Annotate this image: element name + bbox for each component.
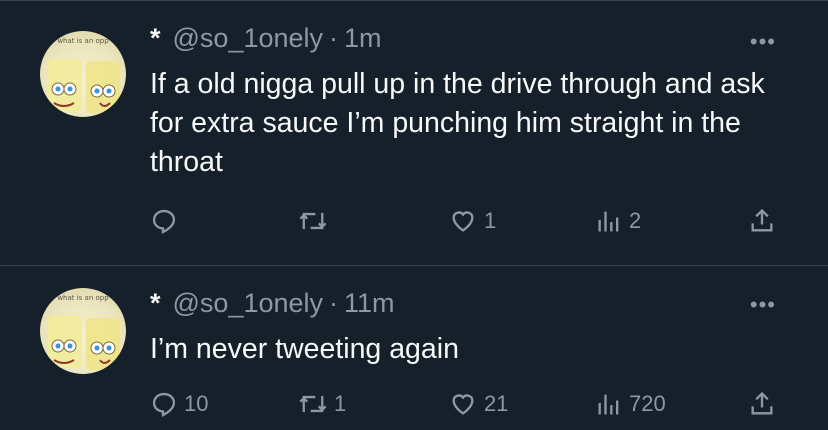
tweet-header: * @so_1onely · 11m xyxy=(150,288,395,319)
reply-icon xyxy=(152,392,176,418)
avatar[interactable]: what is an opp xyxy=(40,31,126,117)
tweet-header: * @so_1onely · 1m xyxy=(150,23,382,54)
share-icon xyxy=(751,391,773,415)
tweet-actions: 10 1 21 720 xyxy=(150,387,790,421)
share-icon xyxy=(751,208,773,232)
display-name[interactable]: * xyxy=(150,288,161,318)
retweet-icon xyxy=(299,395,327,413)
timestamp[interactable]: 11m xyxy=(344,288,395,318)
reply-icon xyxy=(152,209,176,235)
tweet[interactable]: what is an opp * @so_1onely · 11m ••• I’m n… xyxy=(0,266,828,430)
reply-button[interactable] xyxy=(150,204,184,238)
retweet-count: 1 xyxy=(334,391,347,416)
like-button[interactable]: 1 xyxy=(448,204,496,238)
view-count: 2 xyxy=(629,208,642,233)
spongebob-image-icon xyxy=(48,316,120,370)
tweet-text: I’m never tweeting again xyxy=(150,333,459,365)
share-button[interactable] xyxy=(748,204,776,238)
spongebob-image-icon xyxy=(48,59,120,113)
heart-icon xyxy=(452,394,474,415)
separator: · xyxy=(329,23,339,53)
avatar[interactable]: what is an opp xyxy=(40,288,126,374)
heart-icon xyxy=(452,211,474,232)
views-icon xyxy=(598,394,619,415)
views-button[interactable]: 2 xyxy=(595,204,641,238)
separator: · xyxy=(329,288,339,318)
more-options-icon[interactable]: ••• xyxy=(750,29,776,55)
handle[interactable]: @so_1onely xyxy=(173,288,324,318)
views-icon xyxy=(598,211,619,232)
retweet-icon xyxy=(299,212,327,230)
more-options-icon[interactable]: ••• xyxy=(750,292,776,318)
retweet-button[interactable]: 1 xyxy=(298,387,346,421)
display-name[interactable]: * xyxy=(150,23,161,53)
reply-count: 10 xyxy=(184,391,209,416)
like-button[interactable]: 21 xyxy=(448,387,508,421)
like-count: 21 xyxy=(484,391,509,416)
retweet-button[interactable] xyxy=(298,204,334,238)
share-button[interactable] xyxy=(748,387,776,421)
tweet[interactable]: what is an opp * @so_1onely · 1m ••• If a o… xyxy=(0,0,828,266)
like-count: 1 xyxy=(484,208,497,233)
tweet-feed: what is an opp * @so_1onely · 1m ••• If a o… xyxy=(0,0,828,430)
timestamp[interactable]: 1m xyxy=(344,23,382,53)
tweet-actions: 1 2 xyxy=(150,204,790,238)
reply-button[interactable]: 10 xyxy=(150,387,208,421)
handle[interactable]: @so_1onely xyxy=(173,23,324,53)
tweet-text: If a old nigga pull up in the drive thro… xyxy=(150,68,765,178)
view-count: 720 xyxy=(629,391,666,416)
views-button[interactable]: 720 xyxy=(595,387,666,421)
